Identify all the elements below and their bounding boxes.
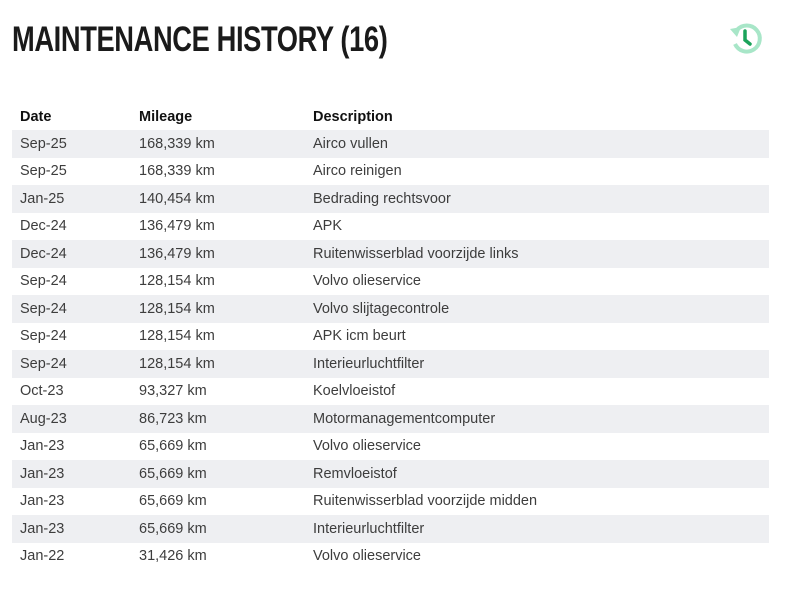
cell-mileage: 128,154 km	[139, 300, 215, 317]
cell-description: Volvo olieservice	[313, 273, 421, 290]
cell-description: Interieurluchtfilter	[313, 520, 425, 537]
cell-description: APK	[313, 218, 343, 235]
cell-date: Jan-23	[20, 493, 65, 510]
cell-mileage: 128,154 km	[139, 273, 215, 290]
cell-mileage: 65,669 km	[139, 520, 207, 537]
cell-date: Jan-23	[20, 520, 65, 537]
table-row: Jan-22 31,426 km Volvo olieservice	[12, 543, 769, 571]
table-row: Aug-23 86,723 km Motormanagementcomputer	[12, 405, 769, 433]
cell-mileage: 65,669 km	[139, 465, 207, 482]
cell-description: Bedrading rechtsvoor	[313, 190, 451, 207]
cell-date: Sep-24	[20, 300, 67, 317]
cell-description: Koelvloeistof	[313, 383, 396, 400]
cell-mileage: 168,339 km	[139, 135, 215, 152]
cell-date: Sep-24	[20, 273, 67, 290]
cell-description: Ruitenwisserblad voorzijde midden	[313, 493, 538, 510]
table-row: Jan-23 65,669 km Interieurluchtfilter	[12, 515, 769, 543]
cell-description: Interieurluchtfilter	[313, 355, 425, 372]
header-date: Date	[20, 108, 52, 125]
cell-mileage: 128,154 km	[139, 328, 215, 345]
cell-date: Sep-24	[20, 328, 67, 345]
table-row: Sep-25 168,339 km Airco reinigen	[12, 158, 769, 186]
table-row: Jan-23 65,669 km Remvloeistof	[12, 460, 769, 488]
header-mileage: Mileage	[139, 108, 193, 125]
cell-description: Motormanagementcomputer	[313, 410, 496, 427]
table-row: Jan-23 65,669 km Volvo olieservice	[12, 433, 769, 461]
header-description: Description	[313, 108, 393, 125]
cell-mileage: 86,723 km	[139, 410, 207, 427]
table-row: Sep-24 128,154 km Volvo olieservice	[12, 268, 769, 296]
cell-date: Aug-23	[20, 410, 67, 427]
table-row: Sep-25 168,339 km Airco vullen	[12, 130, 769, 158]
table-row: Sep-24 128,154 km APK icm beurt	[12, 323, 769, 351]
cell-date: Dec-24	[20, 245, 67, 262]
table-row: Oct-23 93,327 km Koelvloeistof	[12, 378, 769, 406]
table-row: Jan-23 65,669 km Ruitenwisserblad voorzijd…	[12, 488, 769, 516]
cell-mileage: 65,669 km	[139, 493, 207, 510]
cell-date: Sep-25	[20, 135, 67, 152]
cell-date: Jan-22	[20, 548, 65, 565]
table-row: Dec-24 136,479 km Ruitenwisserblad voorzij…	[12, 240, 769, 268]
cell-description: Volvo olieservice	[313, 548, 421, 565]
cell-date: Oct-23	[20, 383, 64, 400]
cell-mileage: 128,154 km	[139, 355, 215, 372]
cell-mileage: 168,339 km	[139, 163, 215, 180]
table-row: Sep-24 128,154 km Volvo slijtagecontrole	[12, 295, 769, 323]
cell-date: Sep-25	[20, 163, 67, 180]
cell-mileage: 93,327 km	[139, 383, 207, 400]
cell-description: Airco reinigen	[313, 163, 402, 180]
cell-mileage: 136,479 km	[139, 218, 215, 235]
cell-description: Remvloeistof	[313, 465, 397, 482]
table-row: Dec-24 136,479 km APK	[12, 213, 769, 241]
cell-description: Airco vullen	[313, 135, 388, 152]
history-icon[interactable]	[726, 18, 766, 58]
cell-date: Jan-23	[20, 465, 65, 482]
page-title: MAINTENANCE HISTORY (16)	[12, 20, 388, 59]
cell-description: Ruitenwisserblad voorzijde links	[313, 245, 519, 262]
table-header: Date Mileage Description	[12, 103, 769, 130]
cell-mileage: 31,426 km	[139, 548, 207, 565]
table-row: Jan-25 140,454 km Bedrading rechtsvoor	[12, 185, 769, 213]
cell-date: Sep-24	[20, 355, 67, 372]
cell-description: Volvo olieservice	[313, 438, 421, 455]
cell-mileage: 136,479 km	[139, 245, 215, 262]
maintenance-table: Date Mileage Description Sep-25 168,339 k…	[12, 103, 769, 570]
cell-date: Dec-24	[20, 218, 67, 235]
cell-mileage: 140,454 km	[139, 190, 215, 207]
cell-mileage: 65,669 km	[139, 438, 207, 455]
cell-date: Jan-25	[20, 190, 65, 207]
cell-date: Jan-23	[20, 438, 65, 455]
cell-description: Volvo slijtagecontrole	[313, 300, 450, 317]
cell-description: APK icm beurt	[313, 328, 406, 345]
table-row: Sep-24 128,154 km Interieurluchtfilter	[12, 350, 769, 378]
